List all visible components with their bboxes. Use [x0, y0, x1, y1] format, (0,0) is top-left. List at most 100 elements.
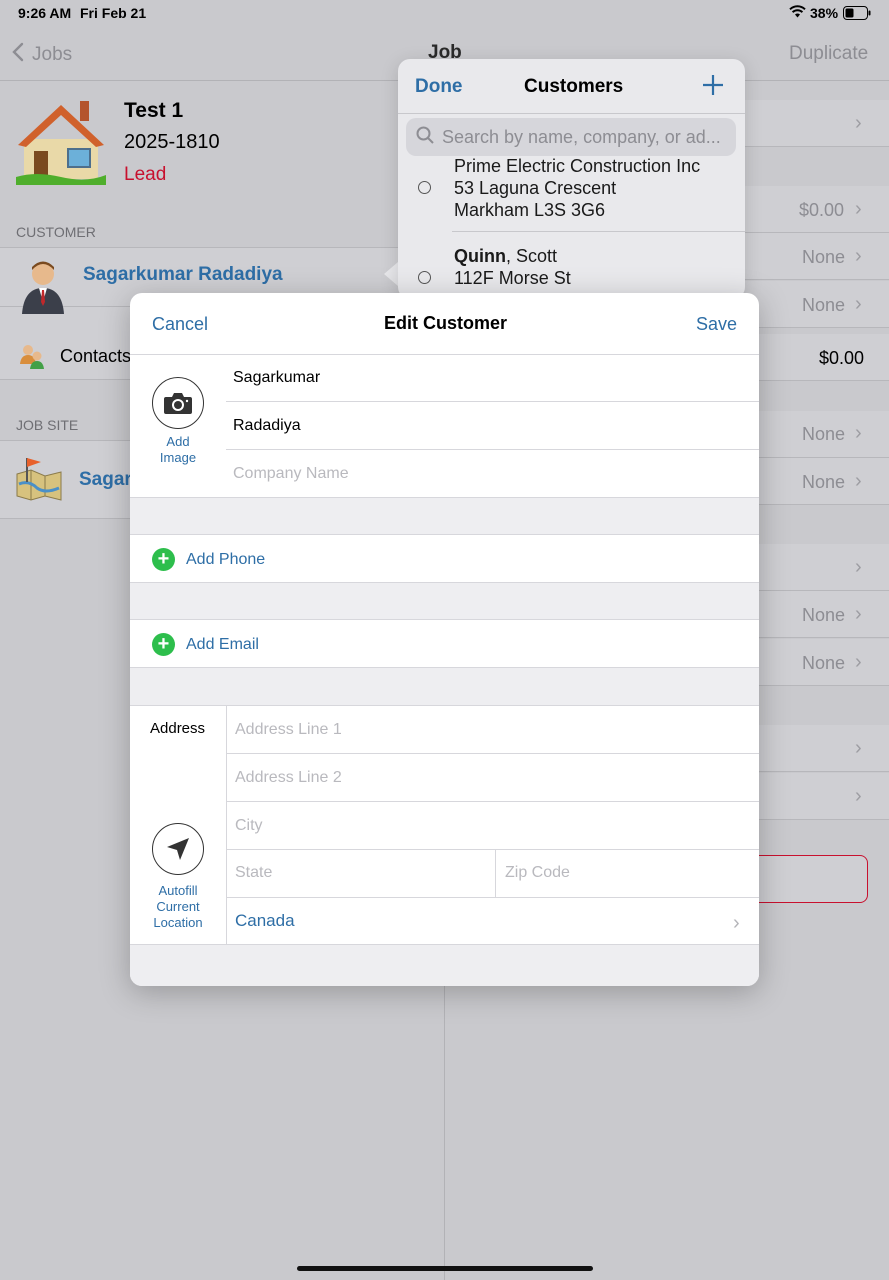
save-button[interactable]: Save: [696, 314, 737, 335]
job-title: Test 1: [124, 99, 184, 122]
add-phone-plus-icon: +: [152, 548, 175, 571]
customer-list-item[interactable]: Prime Electric Construction Inc 53 Lagun…: [454, 155, 700, 221]
list-divider: [452, 231, 745, 232]
row-value: None: [802, 472, 846, 492]
popover-arrow: [384, 262, 398, 286]
add-email-plus-icon: +: [152, 633, 175, 656]
home-indicator[interactable]: [297, 1266, 593, 1271]
row-value: None: [802, 295, 846, 315]
house-icon: [16, 99, 106, 190]
map-flag-icon: [15, 454, 63, 507]
last-name-field[interactable]: Radadiya: [233, 417, 301, 435]
battery-icon: [843, 6, 871, 23]
company-name-field[interactable]: Company Name: [233, 465, 349, 483]
field-divider: [226, 849, 759, 850]
chevron-right-icon: ›: [855, 470, 862, 492]
duplicate-button[interactable]: Duplicate: [789, 43, 868, 65]
cancel-button[interactable]: Cancel: [152, 314, 208, 335]
wifi-icon: [789, 5, 806, 21]
chevron-right-icon: ›: [855, 293, 862, 315]
chevron-right-icon: ›: [855, 112, 862, 134]
add-image-label[interactable]: Add Image: [152, 434, 204, 466]
customer-address: 53 Laguna Crescent: [454, 178, 617, 198]
total-value: $0.00: [819, 348, 865, 368]
add-phone-label: Add Phone: [186, 550, 266, 568]
battery-percent: 38%: [810, 5, 839, 21]
job-number: 2025-1810: [124, 131, 220, 153]
row-value: $0.00: [799, 200, 845, 220]
customer-first-name: , Scott: [506, 246, 558, 266]
popover-header-divider: [398, 113, 745, 114]
delete-button[interactable]: [740, 855, 868, 903]
customer-radio[interactable]: [418, 181, 431, 194]
customer-name-link[interactable]: Sagarkumar Radadiya: [83, 264, 283, 286]
search-icon: [416, 126, 434, 149]
customer-address: 112F Morse St: [454, 268, 571, 288]
job-site-section-label: JOB SITE: [16, 417, 79, 433]
status-bar: 9:26 AM Fri Feb 21 38%: [0, 0, 889, 26]
field-divider: [226, 897, 759, 898]
contacts-label[interactable]: Contacts: [60, 346, 131, 367]
first-name-field[interactable]: Sagarkumar: [233, 369, 320, 387]
status-time: 9:26 AM: [18, 5, 72, 21]
chevron-right-icon: ›: [855, 785, 862, 807]
section-spacer: [130, 497, 759, 535]
customer-avatar-icon: [20, 258, 66, 319]
customer-section-label: CUSTOMER: [16, 224, 96, 240]
chevron-right-icon: ›: [855, 422, 862, 444]
status-date: Fri Feb 21: [80, 5, 147, 21]
edit-customer-modal: Cancel Edit Customer Save Add Image Saga…: [130, 293, 759, 986]
field-divider: [226, 401, 759, 402]
field-divider: [226, 801, 759, 802]
chevron-right-icon: ›: [855, 651, 862, 673]
state-zip-divider: [495, 849, 496, 897]
back-button[interactable]: Jobs: [12, 42, 72, 68]
customer-search-input[interactable]: Search by name, company, or ad...: [406, 118, 736, 156]
camera-icon: [164, 393, 192, 414]
row-value: None: [802, 424, 846, 444]
contacts-icon: [18, 342, 46, 375]
section-spacer: [130, 667, 759, 706]
add-phone-button[interactable]: + Add Phone: [152, 548, 265, 571]
field-divider: [226, 449, 759, 450]
modal-title: Edit Customer: [384, 313, 508, 333]
address-label: Address: [150, 720, 206, 737]
country-selector[interactable]: Canada: [235, 911, 295, 931]
city-field[interactable]: City: [235, 817, 263, 835]
address-line1-field[interactable]: Address Line 1: [235, 721, 342, 739]
popover-title: Customers: [524, 76, 624, 97]
state-field[interactable]: State: [235, 864, 272, 882]
customer-list-item[interactable]: Quinn, Scott 112F Morse St: [454, 245, 571, 289]
address-line2-field[interactable]: Address Line 2: [235, 769, 342, 787]
chevron-right-icon: ›: [855, 737, 862, 759]
job-status[interactable]: Lead: [124, 164, 166, 186]
chevron-right-icon: ›: [855, 198, 862, 220]
plus-icon: [703, 75, 723, 95]
customer-company: Prime Electric Construction Inc: [454, 156, 701, 176]
field-divider: [226, 753, 759, 754]
zip-code-field[interactable]: Zip Code: [505, 864, 570, 882]
customer-last-name: Quinn: [454, 246, 506, 266]
chevron-right-icon: ›: [733, 912, 740, 934]
back-label: Jobs: [32, 44, 73, 65]
row-value: None: [802, 247, 846, 267]
add-image-button[interactable]: [152, 377, 204, 429]
autofill-location-label[interactable]: Autofill Current Location: [144, 883, 212, 931]
modal-header-divider: [130, 354, 759, 355]
done-button[interactable]: Done: [415, 76, 463, 98]
add-customer-button[interactable]: [702, 67, 724, 104]
customers-popover: Done Customers Search by name, company, …: [398, 59, 745, 299]
chevron-right-icon: ›: [855, 556, 862, 578]
autofill-location-button[interactable]: [152, 823, 204, 875]
location-arrow-icon: [167, 838, 189, 860]
chevron-left-icon: [12, 42, 24, 68]
customer-city: Markham L3S 3G6: [454, 200, 606, 220]
section-spacer: [130, 582, 759, 620]
row-value: None: [802, 605, 846, 625]
add-email-button[interactable]: + Add Email: [152, 633, 259, 656]
address-vertical-divider: [226, 706, 227, 944]
chevron-right-icon: ›: [855, 603, 862, 625]
search-placeholder: Search by name, company, or ad...: [442, 126, 721, 147]
modal-footer-band: [130, 944, 759, 986]
customer-radio[interactable]: [418, 271, 431, 284]
